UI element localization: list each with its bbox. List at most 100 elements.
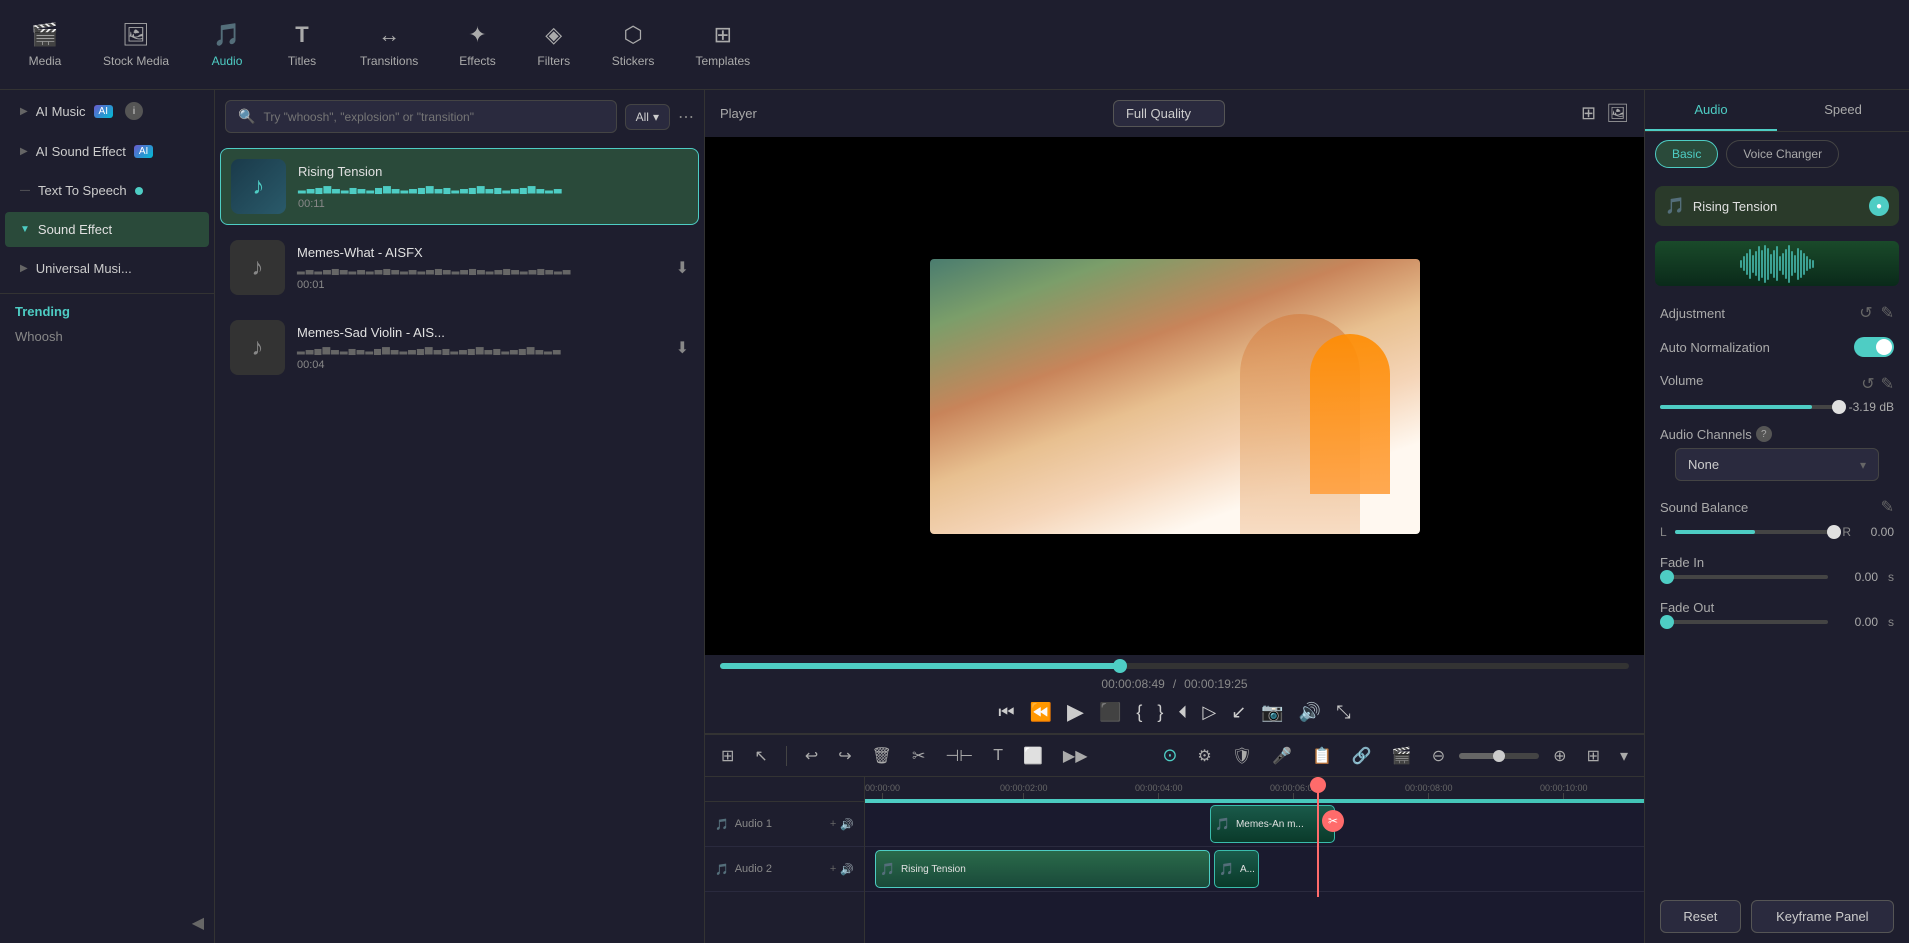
audio-thumb-rising-tension: ♪ (231, 159, 286, 214)
timeline-tracks-content: 🎵 Memes-An m... ✂ 🎵 Rising Tension (865, 802, 1644, 892)
volume-slider[interactable] (1660, 405, 1839, 409)
notes-button[interactable]: 📋 (1306, 742, 1338, 770)
audio-item-rising-tension[interactable]: ♪ Rising Tension ▂▃▄▅▃▂▄▃▂▄▅▃▂▃▄▅▃▄▂▃▄▅▃… (220, 148, 699, 225)
nav-item-media[interactable]: 🎬 Media (10, 14, 80, 76)
fullscreen-button[interactable]: ⤡ (1336, 702, 1350, 723)
mic-button[interactable]: 🎤 (1266, 742, 1298, 770)
delete-button[interactable]: 🗑 (866, 742, 898, 770)
timeline-select-button[interactable]: ↖ (748, 742, 773, 770)
audio-channels-dropdown[interactable]: None ▾ (1675, 448, 1879, 481)
expand-timeline-button[interactable]: ▾ (1614, 742, 1634, 770)
mark-in-button[interactable]: { (1136, 702, 1142, 723)
nav-item-stickers[interactable]: ⬡ Stickers (594, 14, 673, 76)
image-view-button[interactable]: 🖼 (1606, 103, 1629, 124)
edit-adjustment-icon[interactable]: ✎ (1881, 303, 1894, 323)
more-tools-button[interactable]: ▶▶ (1057, 742, 1094, 770)
camera-button[interactable]: 📷 (1261, 702, 1283, 723)
audio-waveform-gray-1: ▂▃▂▃▄▃▂▃▂▃▄▃▂▃▂▃▄▃▂▃▄▃▂▃▄▃▂▃▄▃▂▃ (297, 264, 664, 275)
download-icon-memes-sad[interactable]: ⬇ (676, 338, 689, 358)
settings-button[interactable]: ⚙ (1191, 742, 1217, 770)
volume-button[interactable]: 🔊 (1299, 702, 1321, 723)
reset-button[interactable]: Reset (1660, 900, 1741, 933)
mark-out-button[interactable]: } (1157, 702, 1163, 723)
grid-view-button[interactable]: ⊞ (1581, 103, 1596, 124)
nav-item-audio[interactable]: 🎵 Audio (192, 14, 262, 76)
grid-options-button[interactable]: ⊞ (1581, 742, 1606, 770)
audio1-volume-button[interactable]: 🔊 (840, 818, 854, 831)
track-card-toggle[interactable]: ● (1869, 196, 1889, 216)
nav-item-effects[interactable]: ✦ Effects (441, 14, 513, 76)
insert-button[interactable]: ↙ (1231, 702, 1246, 723)
sidebar-item-ai-sound-effect[interactable]: ▶ AI Sound Effect AI (5, 134, 209, 169)
keyframe-panel-button[interactable]: Keyframe Panel (1751, 900, 1894, 933)
balance-slider[interactable] (1675, 530, 1835, 534)
tab-audio[interactable]: Audio (1645, 90, 1777, 131)
search-input[interactable] (263, 110, 603, 124)
shield-button[interactable]: 🛡 (1226, 742, 1258, 770)
download-icon-memes-what[interactable]: ⬇ (676, 258, 689, 278)
cut-button[interactable]: ✂ (906, 742, 931, 770)
next-edit-button[interactable]: ▷ (1202, 702, 1216, 723)
frame-back-button[interactable]: ⏪ (1030, 702, 1052, 723)
progress-fill (720, 663, 1120, 669)
volume-edit-icon[interactable]: ✎ (1881, 374, 1894, 394)
audio-clip-rising-tension[interactable]: 🎵 Rising Tension (875, 850, 1210, 888)
fade-in-thumb (1660, 570, 1674, 584)
sidebar-item-universal-music[interactable]: ▶ Universal Musi... (5, 251, 209, 286)
zoom-slider[interactable] (1459, 753, 1539, 759)
subtab-basic[interactable]: Basic (1655, 140, 1718, 168)
crop-button[interactable]: ⬜ (1017, 742, 1049, 770)
audio-item-memes-what[interactable]: ♪ Memes-What - AISFX ▂▃▂▃▄▃▂▃▂▃▄▃▂▃▂▃▄▃▂… (220, 230, 699, 305)
sidebar-item-text-to-speech[interactable]: — Text To Speech (5, 173, 209, 208)
audio1-add-button[interactable]: + (830, 818, 836, 831)
waveform-bar (1740, 260, 1742, 268)
nav-item-filters[interactable]: ◈ Filters (519, 14, 589, 76)
loop-button[interactable]: ⬛ (1099, 702, 1121, 723)
playhead[interactable] (1317, 777, 1319, 897)
trending-label[interactable]: Trending (0, 299, 214, 324)
more-options-button[interactable]: ⋯ (678, 107, 694, 127)
play-button[interactable]: ▶ (1067, 699, 1084, 725)
filter-button[interactable]: All ▾ (625, 104, 670, 130)
cut-marker[interactable]: ✂ (1322, 810, 1344, 832)
tab-speed[interactable]: Speed (1777, 90, 1909, 131)
search-box[interactable]: 🔍 (225, 100, 617, 133)
undo-button[interactable]: ↩ (799, 742, 824, 770)
effects-label: Effects (459, 54, 495, 68)
audio2-volume-button[interactable]: 🔊 (840, 863, 854, 876)
quality-select[interactable]: Full Quality Half Quality (1113, 100, 1225, 127)
nav-item-transitions[interactable]: ↔ Transitions (342, 14, 436, 76)
nav-item-templates[interactable]: ⊞ Templates (677, 14, 768, 76)
zoom-out-button[interactable]: ⊖ (1426, 742, 1451, 770)
magnet-button[interactable]: ⊙ (1156, 741, 1183, 770)
audio-channels-help-icon[interactable]: ? (1756, 426, 1772, 442)
audio2-add-button[interactable]: + (830, 863, 836, 876)
subtab-voice-changer[interactable]: Voice Changer (1726, 140, 1839, 168)
auto-normalization-toggle[interactable] (1854, 337, 1894, 357)
audio-item-memes-sad-violin[interactable]: ♪ Memes-Sad Violin - AIS... ▂▃▄▅▃▂▄▃▂▄▅▃… (220, 310, 699, 385)
sidebar-item-sound-effect[interactable]: ▼ Sound Effect (5, 212, 209, 247)
redo-button[interactable]: ↪ (832, 742, 857, 770)
fade-in-unit: s (1888, 570, 1894, 584)
reset-adjustment-icon[interactable]: ↺ (1859, 303, 1872, 323)
timeline-grid-button[interactable]: ⊞ (715, 742, 740, 770)
fade-in-slider[interactable] (1660, 575, 1828, 579)
text-button[interactable]: T (987, 743, 1009, 769)
audio-clip-a[interactable]: 🎵 A... (1214, 850, 1259, 888)
adjustment-section: Adjustment ↺ ✎ (1645, 291, 1909, 329)
collapse-panel-button[interactable]: ◀ (0, 903, 214, 943)
link-button[interactable]: 🔗 (1346, 742, 1378, 770)
zoom-in-button[interactable]: ⊕ (1547, 742, 1572, 770)
sidebar-item-ai-music[interactable]: ▶ AI Music AI i (5, 92, 209, 130)
nav-item-titles[interactable]: T Titles (267, 14, 337, 76)
fade-in-section: Fade In 0.00 s (1645, 547, 1909, 592)
progress-bar[interactable] (720, 663, 1629, 669)
volume-reset-icon[interactable]: ↺ (1861, 374, 1874, 394)
split-audio-button[interactable]: ⊣⊢ (939, 742, 979, 770)
step-back-button[interactable]: ⏮ (998, 702, 1014, 723)
plus-button[interactable]: 🎬 (1386, 742, 1418, 770)
fade-out-slider[interactable] (1660, 620, 1828, 624)
sound-balance-edit-icon[interactable]: ✎ (1881, 497, 1894, 517)
nav-item-stock-media[interactable]: 🖼 Stock Media (85, 14, 187, 76)
prev-edit-button[interactable]: ⏴ (1178, 702, 1187, 723)
